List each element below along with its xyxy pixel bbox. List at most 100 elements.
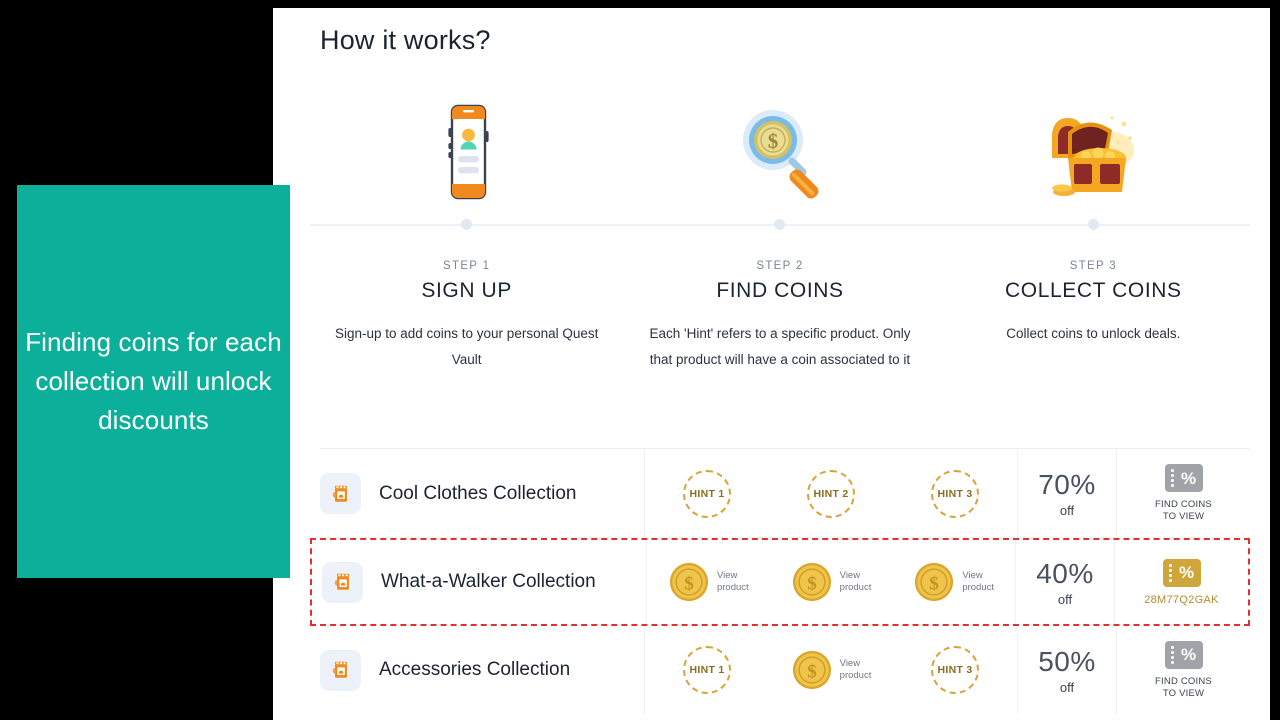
coin-slot[interactable]: $ View product: [647, 561, 770, 603]
discount-suffix: off: [1059, 503, 1075, 518]
coupon-perforation: [1170, 469, 1174, 487]
connector-dot-cell: [310, 218, 623, 230]
collection-bag-icon: [320, 649, 361, 691]
step-number: STEP 1: [443, 260, 491, 272]
coin-found[interactable]: $ View product: [791, 649, 872, 691]
svg-text:$: $: [807, 574, 817, 595]
connector-dots: [310, 218, 1250, 230]
collection-bag-glyph: [334, 573, 349, 590]
discount-percent: 70%: [1038, 469, 1096, 500]
discount-cell: 70% off: [1017, 450, 1117, 537]
screen: How it works? $ STEP 1 SIGN UP Sign-up t…: [0, 0, 1280, 720]
hint-slot[interactable]: HINT 2: [769, 469, 893, 518]
section-divider: [320, 448, 1250, 449]
step-caption-1: STEP 1 SIGN UP Sign-up to add coins to y…: [310, 260, 623, 373]
gold-coin-glyph: $: [792, 562, 831, 602]
discount-suffix: off: [1057, 591, 1073, 607]
hint-slot[interactable]: HINT 3: [893, 469, 1017, 518]
view-product-label[interactable]: View product: [717, 570, 749, 594]
hint-badge[interactable]: HINT 2: [807, 469, 855, 518]
step-illustration-1: [310, 88, 623, 208]
step-caption-3: STEP 3 COLLECT COINS Collect coins to un…: [937, 260, 1250, 373]
hint-slot[interactable]: HINT 1: [645, 469, 769, 518]
collection-name-cell: What-a-Walker Collection: [312, 540, 647, 624]
collection-bag-glyph: [332, 485, 347, 502]
collection-bag-icon: [322, 561, 363, 603]
svg-text:$: $: [930, 574, 940, 595]
view-product-label[interactable]: View product: [840, 570, 872, 594]
gold-coin-glyph: $: [792, 650, 831, 690]
hint-badge[interactable]: HINT 3: [931, 469, 979, 518]
coin-found[interactable]: $ View product: [668, 561, 749, 603]
connector-dot-cell: [623, 218, 936, 230]
discount-cell: 50% off: [1017, 626, 1117, 714]
step-number: STEP 2: [756, 260, 804, 272]
hint-slot[interactable]: HINT 1: [645, 646, 769, 694]
treasure-chest-icon: [1038, 98, 1148, 208]
table-row[interactable]: Cool Clothes Collection HINT 1 HINT 2 HI…: [310, 450, 1250, 538]
action-cell[interactable]: % FIND COINS TO VIEW: [1117, 626, 1250, 714]
action-hint-text: FIND COINS TO VIEW: [1155, 675, 1212, 699]
step-title: SIGN UP: [421, 279, 512, 302]
magnifier-coin-icon: $: [725, 98, 835, 208]
table-row[interactable]: What-a-Walker Collection $ View product $…: [310, 538, 1250, 626]
step-description: Each 'Hint' refers to a specific product…: [649, 326, 911, 367]
collection-name-cell: Accessories Collection: [310, 626, 645, 714]
how-it-works-steps: $ STEP 1 SIGN UP Sign-up to add coins to…: [310, 88, 1250, 373]
collection-name: Cool Clothes Collection: [379, 482, 577, 504]
collection-bag-glyph: [332, 661, 347, 678]
action-cell[interactable]: % FIND COINS TO VIEW: [1117, 450, 1250, 537]
svg-text:$: $: [768, 129, 779, 153]
coin-slot[interactable]: $ View product: [770, 561, 893, 603]
promo-panel: Finding coins for each collection will u…: [17, 185, 290, 578]
content-card: How it works? $ STEP 1 SIGN UP Sign-up t…: [273, 8, 1270, 720]
svg-text:$: $: [684, 574, 694, 595]
discount-cell: 40% off: [1015, 540, 1115, 624]
coupon-perforation: [1170, 645, 1174, 664]
step-description: Collect coins to unlock deals.: [1006, 326, 1181, 341]
percent-glyph: %: [1178, 563, 1195, 582]
step-illustration-2: $: [623, 88, 936, 208]
percent-glyph: %: [1180, 468, 1197, 488]
gold-coin-glyph: $: [915, 562, 954, 602]
discount-percent: 50%: [1038, 645, 1096, 677]
discount-suffix: off: [1059, 679, 1075, 695]
step-title: FIND COINS: [716, 279, 844, 302]
view-product-label[interactable]: View product: [840, 658, 872, 682]
collection-name-cell: Cool Clothes Collection: [310, 450, 645, 537]
step-illustration-3: [937, 88, 1250, 208]
coupon-perforation: [1168, 563, 1172, 582]
connector-dot-cell: [937, 218, 1250, 230]
collections-table: Cool Clothes Collection HINT 1 HINT 2 HI…: [310, 450, 1250, 714]
coupon-locked-icon[interactable]: %: [1164, 464, 1203, 492]
page-title: How it works?: [320, 25, 491, 55]
promo-text: Finding coins for each collection will u…: [25, 327, 282, 435]
step-captions: STEP 1 SIGN UP Sign-up to add coins to y…: [310, 260, 1250, 373]
hint-slot[interactable]: HINT 3: [893, 646, 1017, 694]
coupon-locked-icon[interactable]: %: [1164, 640, 1203, 669]
step-caption-2: STEP 2 FIND COINS Each 'Hint' refers to …: [623, 260, 936, 373]
coupon-code[interactable]: 28M77Q2GAK: [1144, 594, 1219, 606]
table-row[interactable]: Accessories Collection HINT 1 $ View prod…: [310, 626, 1250, 714]
step-description: Sign-up to add coins to your personal Qu…: [334, 326, 599, 367]
coin-slot[interactable]: $ View product: [769, 649, 893, 691]
coin-found[interactable]: $ View product: [791, 561, 872, 603]
action-cell[interactable]: % 28M77Q2GAK: [1115, 540, 1248, 624]
hint-badge[interactable]: HINT 1: [683, 646, 731, 694]
step-connector: [310, 218, 1250, 232]
hint-badge[interactable]: HINT 3: [931, 646, 979, 694]
step-number: STEP 3: [1069, 260, 1117, 272]
collection-name: What-a-Walker Collection: [381, 571, 596, 592]
step-title: COLLECT COINS: [1005, 279, 1182, 302]
view-product-label[interactable]: View product: [962, 570, 994, 594]
hints-cell: HINT 1 HINT 2 HINT 3: [645, 450, 1017, 537]
hint-badge[interactable]: HINT 1: [683, 469, 731, 518]
percent-glyph: %: [1180, 645, 1197, 664]
coin-slot[interactable]: $ View product: [892, 561, 1015, 603]
coin-found[interactable]: $ View product: [913, 561, 994, 603]
svg-text:$: $: [807, 662, 817, 683]
coupon-unlocked-icon[interactable]: %: [1162, 558, 1201, 587]
connector-dot: [774, 219, 786, 230]
connector-dot: [1087, 219, 1099, 230]
discount-percent: 40%: [1036, 557, 1094, 589]
